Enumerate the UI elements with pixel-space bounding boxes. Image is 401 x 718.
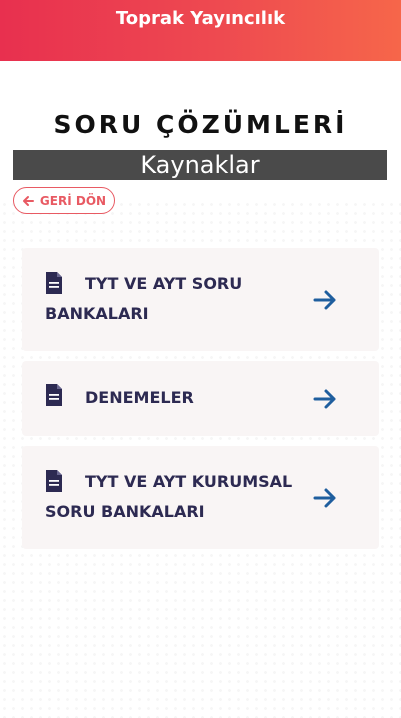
arrow-right-icon[interactable] (312, 485, 338, 511)
page-subtitle: Kaynaklar (13, 150, 387, 180)
page-title: SORU ÇÖZÜMLERİ (53, 110, 348, 139)
arrow-left-icon (22, 195, 34, 206)
card-tyt-ayt-kurumsal-soru-bankalari[interactable]: TYT VE AYT KURUMSAL SORU BANKALARI (22, 446, 379, 549)
arrow-right-icon[interactable] (312, 386, 338, 412)
back-button-label: GERİ DÖN (39, 193, 107, 208)
card-denemeler[interactable]: DENEMELER (22, 361, 379, 436)
arrow-right-icon[interactable] (312, 287, 338, 313)
app-header: Toprak Yayıncılık (0, 0, 401, 61)
card-tyt-ayt-soru-bankalari[interactable]: TYT VE AYT SORU BANKALARI (22, 248, 379, 351)
card-label: TYT VE AYT KURUMSAL SORU BANKALARI (45, 472, 293, 521)
card-label: DENEMELER (85, 388, 194, 407)
card-label: TYT VE AYT SORU BANKALARI (45, 274, 243, 323)
back-button[interactable]: GERİ DÖN (13, 187, 115, 214)
brand-title: Toprak Yayıncılık (115, 8, 286, 29)
